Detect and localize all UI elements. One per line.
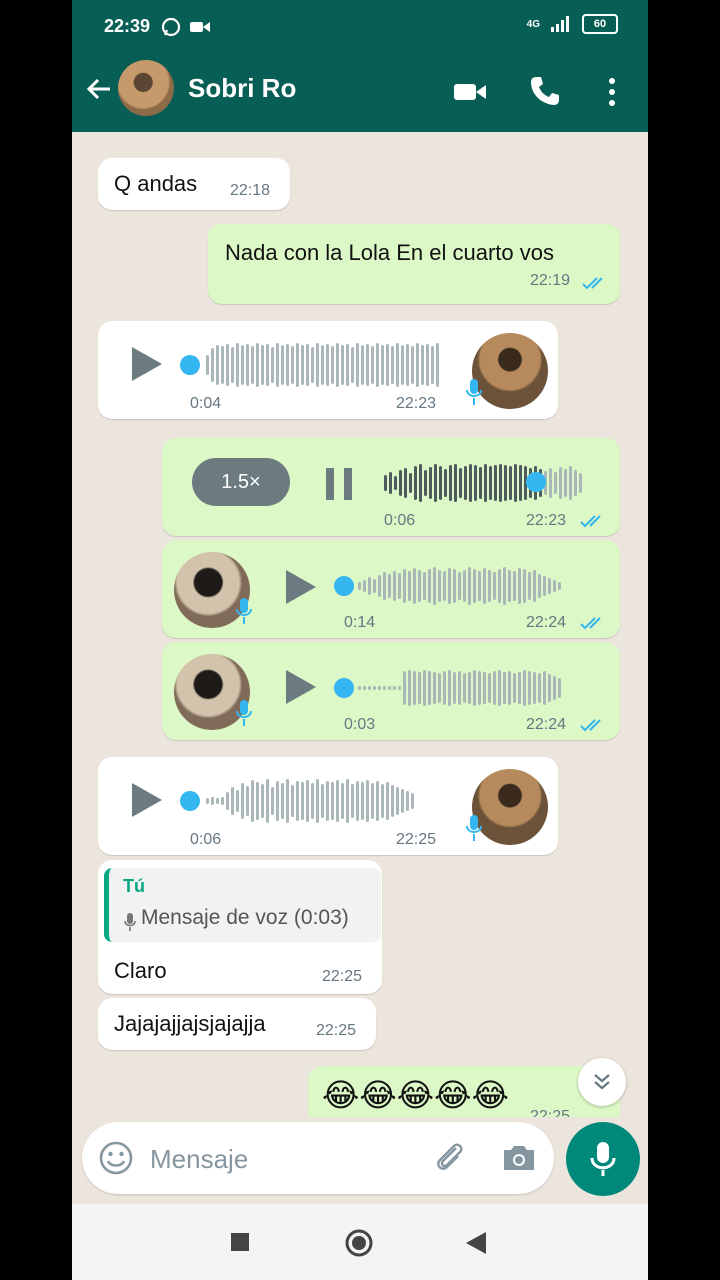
double-chevron-down-icon (594, 1074, 610, 1090)
message-composer (82, 1122, 554, 1194)
voice-duration: 0:03 (344, 716, 376, 733)
recents-icon[interactable] (230, 1232, 250, 1252)
quoted-message[interactable]: Tú Mensaje de voz (0:03) (104, 868, 381, 942)
audio-waveform[interactable] (358, 666, 561, 710)
status-bar: 22:39 4G 60 (72, 0, 648, 56)
playback-speed-button[interactable]: 1.5× (192, 458, 290, 506)
message-incoming[interactable]: Q andas 22:18 (98, 158, 290, 210)
status-time: 22:39 (104, 16, 151, 36)
playback-position-dot[interactable] (526, 472, 546, 492)
whatsapp-chat-screen: 22:39 4G 60 Sobri Ro Q andas 22:18 Nada … (72, 0, 648, 1280)
contact-avatar[interactable] (118, 60, 174, 116)
emoji-icon[interactable] (98, 1140, 134, 1176)
voice-message-outgoing[interactable]: 1.5× 0:06 22:23 (162, 438, 620, 536)
message-text: 😂😂😂😂😂 (322, 1076, 509, 1114)
read-ticks-icon (580, 617, 601, 630)
message-text: Q andas (114, 171, 198, 196)
message-time: 22:25 (530, 1108, 571, 1117)
message-text: Nada con la Lola En el cuarto vos (225, 240, 554, 265)
message-outgoing[interactable]: Nada con la Lola En el cuarto vos 22:19 (208, 224, 620, 304)
read-ticks-icon (580, 515, 601, 528)
message-list[interactable]: Q andas 22:18 Nada con la Lola En el cua… (72, 132, 648, 1117)
play-icon[interactable] (132, 783, 162, 817)
playback-position-dot[interactable] (334, 576, 354, 596)
mic-icon (466, 379, 482, 405)
contact-name[interactable]: Sobri Ro (188, 73, 296, 104)
whatsapp-notification-icon (161, 17, 181, 37)
play-icon[interactable] (286, 670, 316, 704)
message-time: 22:23 (526, 512, 567, 529)
voice-duration: 0:06 (384, 512, 416, 529)
play-icon[interactable] (286, 570, 316, 604)
mic-icon (236, 598, 252, 624)
network-label: 4G (526, 18, 540, 30)
mic-icon (590, 1142, 616, 1176)
play-icon[interactable] (132, 347, 162, 381)
message-time: 22:24 (526, 716, 567, 733)
voice-message-incoming[interactable]: 0:04 22:23 (98, 321, 558, 419)
message-time: 22:25 (322, 968, 363, 985)
system-nav-bar (72, 1204, 648, 1280)
video-notification-icon (190, 22, 210, 32)
phone-icon[interactable] (528, 74, 562, 108)
reply-message-incoming[interactable]: Tú Mensaje de voz (0:03) Claro 22:25 (98, 860, 382, 994)
message-text: Claro (114, 958, 167, 983)
battery-indicator: 60 (582, 14, 618, 34)
voice-message-outgoing[interactable]: 0:14 22:24 (162, 540, 620, 638)
voice-message-outgoing[interactable]: 0:03 22:24 (162, 642, 620, 740)
video-call-icon[interactable] (452, 74, 488, 110)
home-icon[interactable] (344, 1228, 374, 1258)
read-ticks-icon (580, 719, 601, 732)
audio-waveform[interactable] (206, 339, 439, 391)
mic-icon (236, 700, 252, 726)
scroll-to-bottom-button[interactable] (578, 1058, 626, 1106)
top-bar: 22:39 4G 60 Sobri Ro (72, 0, 648, 132)
arrow-left-icon[interactable] (84, 74, 114, 104)
message-outgoing[interactable]: 😂😂😂😂😂 22:25 (308, 1066, 620, 1117)
read-ticks-icon (582, 277, 603, 290)
audio-waveform[interactable] (206, 775, 414, 827)
playback-position-dot[interactable] (180, 355, 200, 375)
message-time: 22:25 (316, 1022, 357, 1039)
message-time: 22:18 (230, 182, 271, 199)
message-time: 22:24 (526, 614, 567, 631)
message-time: 22:25 (396, 831, 437, 848)
voice-message-incoming[interactable]: 0:06 22:25 (98, 757, 558, 855)
quote-author: Tú (123, 876, 145, 896)
voice-duration: 0:14 (344, 614, 376, 631)
quote-text: Mensaje de voz (0:03) (141, 906, 349, 929)
message-time: 22:19 (530, 272, 571, 289)
mic-icon (124, 913, 136, 931)
camera-icon[interactable] (500, 1140, 538, 1176)
voice-record-button[interactable] (566, 1122, 640, 1196)
back-nav-icon[interactable] (464, 1230, 488, 1256)
audio-waveform[interactable] (358, 564, 561, 608)
message-incoming[interactable]: Jajajajjajsjajajja 22:25 (98, 998, 376, 1050)
pause-icon[interactable] (324, 466, 354, 502)
voice-duration: 0:04 (190, 395, 222, 412)
mic-icon (466, 815, 482, 841)
audio-waveform[interactable] (384, 460, 582, 506)
message-input[interactable] (148, 1140, 412, 1178)
playback-position-dot[interactable] (180, 791, 200, 811)
signal-icon (551, 16, 569, 32)
message-time: 22:23 (396, 395, 437, 412)
playback-position-dot[interactable] (334, 678, 354, 698)
app-bar: Sobri Ro (72, 56, 648, 132)
message-text: Jajajajjajsjajajja (114, 1011, 266, 1036)
voice-duration: 0:06 (190, 831, 222, 848)
more-vert-icon[interactable] (602, 74, 622, 110)
paperclip-icon[interactable] (432, 1140, 468, 1176)
